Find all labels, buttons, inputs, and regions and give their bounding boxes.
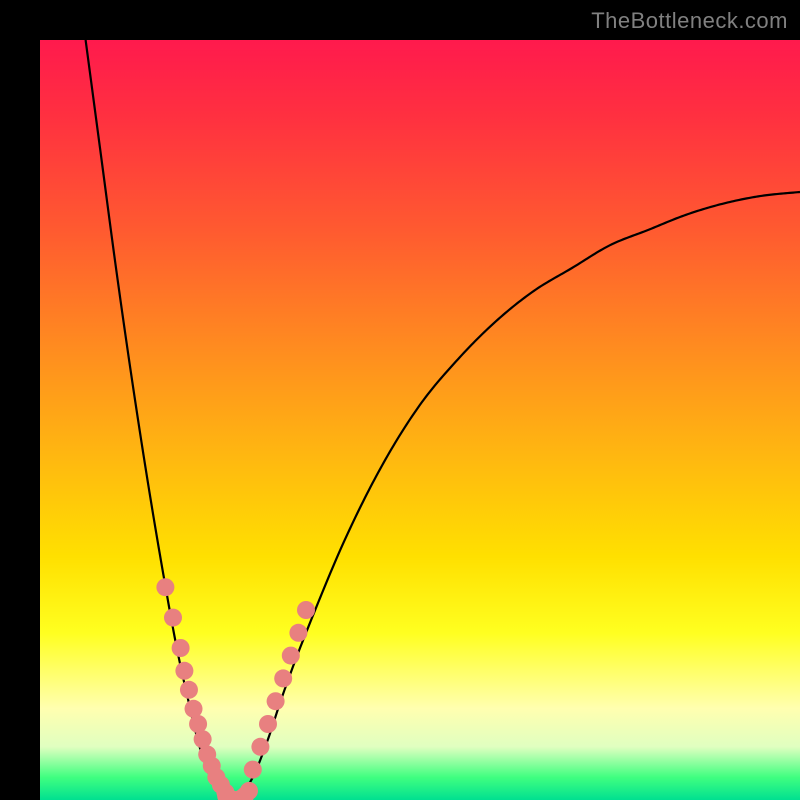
data-point xyxy=(156,578,174,596)
curve-right-branch xyxy=(238,192,800,800)
chart-curves xyxy=(40,40,800,800)
data-point xyxy=(194,730,212,748)
data-point xyxy=(282,647,300,665)
data-point xyxy=(244,761,262,779)
data-point xyxy=(189,715,207,733)
data-point xyxy=(164,609,182,627)
data-point xyxy=(297,601,315,619)
data-point xyxy=(180,681,198,699)
data-point xyxy=(172,639,190,657)
curve-left-branch xyxy=(86,40,230,800)
data-point xyxy=(175,662,193,680)
data-point xyxy=(240,782,258,800)
data-point xyxy=(274,669,292,687)
chart-container: TheBottleneck.com xyxy=(0,0,800,800)
data-point xyxy=(185,700,203,718)
watermark-text: TheBottleneck.com xyxy=(591,8,788,34)
data-point xyxy=(267,692,285,710)
data-point xyxy=(259,715,277,733)
data-point xyxy=(251,738,269,756)
data-point xyxy=(289,624,307,642)
